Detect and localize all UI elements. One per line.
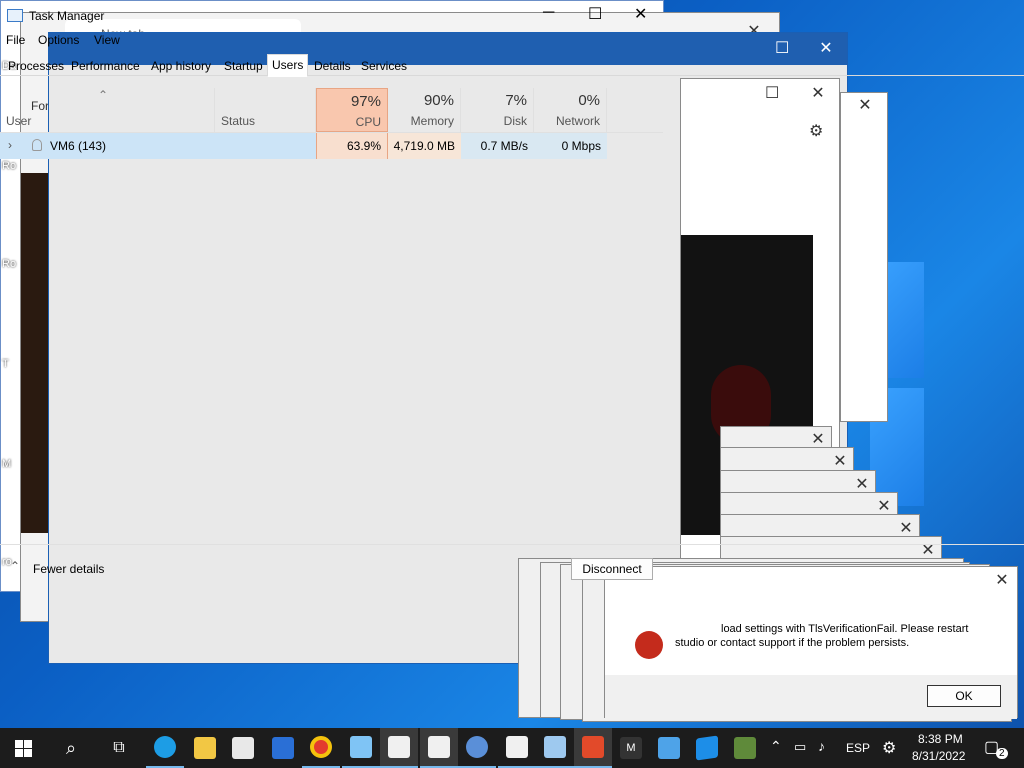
gear-icon[interactable]: ⚙	[882, 738, 896, 758]
java-icon[interactable]	[420, 728, 458, 768]
disconnect-button[interactable]: Disconnect	[571, 558, 653, 580]
network-percent: 0%	[578, 92, 600, 109]
disk-percent: 7%	[505, 92, 527, 109]
task-manager-icon	[7, 9, 23, 22]
column-user-label: User	[6, 114, 32, 128]
disk-value: 0.7 MB/s	[461, 133, 534, 159]
column-cpu[interactable]: 97% CPU	[316, 88, 388, 132]
minimize-icon[interactable]: ─	[543, 4, 554, 22]
network-value: 0 Mbps	[534, 133, 607, 159]
desktop-label[interactable]: Ro	[2, 258, 16, 270]
tab-processes[interactable]: Processes	[3, 56, 69, 76]
close-icon[interactable]: ✕	[811, 86, 825, 102]
window-title: Task Manager	[29, 9, 105, 23]
window-titlebar: Task Manager ─ ☐ ✕	[0, 0, 1024, 30]
close-icon[interactable]: ✕	[877, 499, 891, 515]
desktop-label[interactable]: Ro	[2, 160, 16, 172]
m-app-label: M	[620, 737, 642, 759]
store-icon[interactable]	[224, 728, 262, 768]
error-icon	[635, 631, 663, 659]
error-message-line1: load settings with TlsVerificationFail. …	[721, 623, 969, 635]
cpu-percent: 97%	[350, 93, 381, 110]
column-memory[interactable]: 90% Memory	[388, 88, 461, 132]
windows-start-icon	[14, 739, 32, 757]
column-status-label: Status	[221, 114, 256, 128]
column-status[interactable]: Status	[215, 88, 316, 132]
taskbar: ⌕ ⧉ M ⌃ ▭ ♪ ESP ⚙ 8:38 PM 8/31/2022 ▢ 2	[0, 728, 1024, 768]
menu-view[interactable]: View	[94, 33, 120, 47]
notification-badge: 2	[996, 748, 1008, 759]
tab-app-history[interactable]: App history	[146, 56, 216, 76]
blue-app-icon[interactable]	[688, 728, 726, 768]
fewer-details-link[interactable]: Fewer details	[33, 562, 104, 576]
tab-services[interactable]: Services	[356, 56, 412, 76]
roblox-studio-icon[interactable]	[574, 728, 612, 768]
java-icon[interactable]	[498, 728, 536, 768]
memory-value: 4,719.0 MB	[388, 133, 461, 159]
settings-app-icon[interactable]	[458, 728, 496, 768]
close-icon[interactable]: ✕	[855, 477, 869, 493]
task-view-icon[interactable]: ⧉	[100, 728, 138, 768]
desktop-label[interactable]: M	[2, 458, 11, 470]
cpu-value: 63.9%	[316, 133, 388, 159]
clock-date[interactable]: 8/31/2022	[912, 749, 965, 763]
language-indicator[interactable]: ESP	[846, 741, 870, 755]
file-explorer-icon[interactable]	[186, 728, 224, 768]
tab-performance[interactable]: Performance	[66, 56, 145, 76]
maximize-icon[interactable]: ☐	[765, 86, 779, 102]
disk-label: Disk	[503, 114, 527, 128]
app-window[interactable]: ✕	[840, 92, 888, 422]
mail-icon[interactable]	[264, 728, 302, 768]
network-icon[interactable]: ▭	[794, 739, 806, 755]
search-icon[interactable]: ⌕	[52, 728, 90, 768]
tab-details[interactable]: Details	[309, 56, 356, 76]
clock-time[interactable]: 8:38 PM	[918, 732, 963, 746]
remote-desktop-icon[interactable]	[650, 728, 688, 768]
browser-image-strip	[21, 173, 49, 533]
tab-users[interactable]: Users	[267, 54, 309, 77]
menu-bar: File Options View	[0, 30, 1024, 52]
desktop-label[interactable]: T	[2, 358, 9, 370]
tab-bar: Processes Performance App history Startu…	[0, 54, 1024, 77]
volume-icon[interactable]: ♪	[818, 738, 825, 754]
gear-icon[interactable]: ⚙	[809, 121, 823, 141]
close-icon[interactable]: ✕	[899, 521, 913, 537]
chevron-up-icon[interactable]: ⌃	[770, 738, 782, 755]
column-disk[interactable]: 7% Disk	[461, 88, 534, 132]
minecraft-icon[interactable]	[726, 728, 764, 768]
user-icon	[32, 139, 42, 151]
maximize-icon[interactable]: ☐	[588, 4, 602, 24]
network-label: Network	[555, 114, 600, 128]
cpu-label: CPU	[355, 115, 381, 129]
task-manager-taskbar-icon[interactable]	[536, 728, 574, 768]
chevron-up-icon[interactable]: ⌃	[10, 559, 20, 573]
notepad-icon[interactable]	[342, 728, 380, 768]
error-message-line2: studio or contact support if the problem…	[675, 637, 910, 649]
close-icon[interactable]: ✕	[858, 98, 872, 114]
edge-icon[interactable]	[146, 728, 184, 768]
close-icon[interactable]: ✕	[811, 432, 825, 448]
menu-file[interactable]: File	[6, 33, 25, 47]
task-manager-footer: ⌃ Fewer details Disconnect	[0, 544, 1024, 592]
column-network[interactable]: 0% Network	[534, 88, 607, 132]
sort-chevron-up-icon: ⌃	[98, 88, 109, 102]
memory-label: Memory	[410, 114, 454, 128]
memory-percent: 90%	[423, 92, 454, 109]
close-icon[interactable]: ✕	[634, 4, 647, 24]
column-user[interactable]: ⌃ User	[0, 88, 215, 132]
tab-startup[interactable]: Startup	[219, 56, 268, 76]
ok-button[interactable]: OK	[927, 685, 1001, 707]
table-row[interactable]: › VM6 (143) 63.9% 4,719.0 MB 0.7 MB/s 0 …	[0, 133, 607, 159]
user-name: VM6 (143)	[50, 139, 107, 153]
start-button[interactable]	[4, 728, 42, 768]
expand-chevron-icon[interactable]: ›	[8, 138, 12, 152]
m-app-icon[interactable]: M	[612, 728, 650, 768]
menu-options[interactable]: Options	[38, 33, 79, 47]
java-icon[interactable]	[380, 728, 418, 768]
chrome-icon[interactable]	[302, 728, 340, 768]
close-icon[interactable]: ✕	[833, 454, 847, 470]
